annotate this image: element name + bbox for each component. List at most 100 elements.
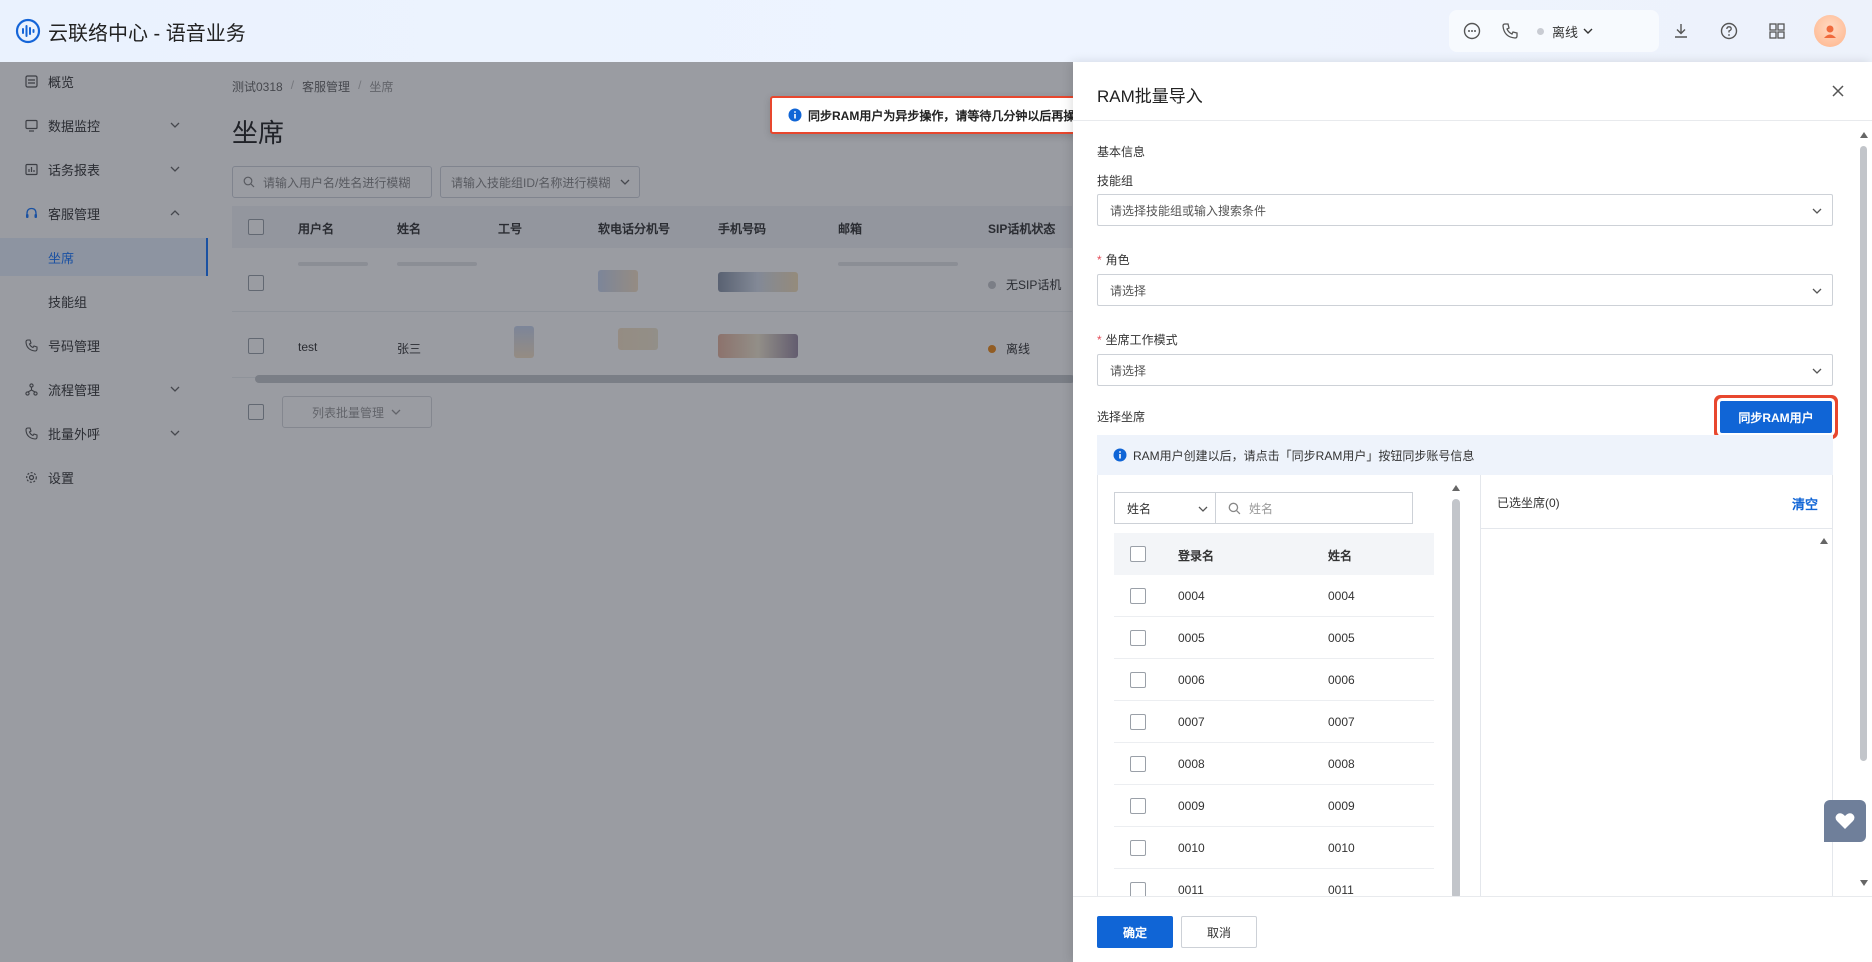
row-checkbox[interactable] <box>1130 756 1146 772</box>
role-select[interactable]: 请选择 <box>1097 274 1833 306</box>
confirm-button[interactable]: 确定 <box>1097 916 1173 948</box>
role-label-text: 角色 <box>1105 253 1130 267</box>
sync-info-alert: RAM用户创建以后，请点击「同步RAM用户」按钮同步账号信息 <box>1097 435 1833 475</box>
transfer-row[interactable]: 0009 0009 <box>1114 785 1434 827</box>
transfer-row[interactable]: 0008 0008 <box>1114 743 1434 785</box>
filter-field-value: 姓名 <box>1127 501 1152 516</box>
sync-info-text: RAM用户创建以后，请点击「同步RAM用户」按钮同步账号信息 <box>1133 448 1475 463</box>
app-logo: 云联络中心 - 语音业务 <box>14 17 246 46</box>
info-icon <box>1113 448 1127 462</box>
clear-selected-link[interactable]: 清空 <box>1792 494 1818 513</box>
agent-status-dropdown[interactable]: 离线 <box>1537 22 1594 41</box>
chevron-down-icon <box>1583 28 1593 34</box>
work-mode-select[interactable]: 请选择 <box>1097 354 1833 386</box>
transfer-search-input[interactable]: 姓名 <box>1215 492 1413 524</box>
scroll-down-arrow-icon[interactable] <box>1860 880 1868 886</box>
row-checkbox[interactable] <box>1130 672 1146 688</box>
column-header: 登录名 <box>1178 549 1215 563</box>
skill-group-label: 技能组 <box>1097 174 1134 188</box>
cell-login-name: 0007 <box>1178 715 1205 729</box>
scroll-up-arrow-icon[interactable] <box>1860 132 1868 138</box>
row-checkbox[interactable] <box>1130 630 1146 646</box>
select-agent-label: 选择坐席 <box>1097 410 1146 424</box>
scroll-up-arrow-icon[interactable] <box>1452 485 1460 491</box>
chat-icon[interactable] <box>1457 16 1487 46</box>
heart-icon <box>1835 813 1855 829</box>
drawer-title: RAM批量导入 <box>1097 87 1203 106</box>
scroll-up-arrow-icon[interactable] <box>1820 538 1828 544</box>
transfer-row[interactable]: 0004 0004 <box>1114 575 1434 617</box>
status-label: 离线 <box>1552 24 1579 40</box>
transfer-row[interactable]: 0005 0005 <box>1114 617 1434 659</box>
cell-login-name: 0011 <box>1178 883 1204 897</box>
help-icon[interactable] <box>1712 14 1746 48</box>
cell-login-name: 0010 <box>1178 841 1205 855</box>
info-toast: 同步RAM用户为异步操作，请等待几分钟以后再操作 <box>770 96 1102 134</box>
cell-name: 0011 <box>1328 883 1354 897</box>
cell-login-name: 0009 <box>1178 799 1205 813</box>
cell-login-name: 0006 <box>1178 673 1205 687</box>
selected-agents-title: 已选坐席(0) <box>1497 496 1560 510</box>
drawer-divider <box>1073 120 1872 121</box>
row-checkbox[interactable] <box>1130 588 1146 604</box>
transfer-vertical-scrollbar[interactable] <box>1452 499 1460 899</box>
transfer-row[interactable]: 0010 0010 <box>1114 827 1434 869</box>
search-icon <box>1228 502 1241 514</box>
cell-name: 0010 <box>1328 841 1355 855</box>
select-all-checkbox[interactable] <box>1130 546 1146 562</box>
skill-group-placeholder: 请选择技能组或输入搜索条件 <box>1110 203 1267 218</box>
work-mode-label: * 坐席工作模式 <box>1097 331 1178 348</box>
selected-panel-header: 已选坐席(0) 清空 <box>1481 475 1832 529</box>
feedback-button[interactable] <box>1824 800 1866 842</box>
cell-name: 0004 <box>1328 589 1355 603</box>
cell-name: 0006 <box>1328 673 1355 687</box>
app-title: 云联络中心 - 语音业务 <box>48 22 246 45</box>
cell-login-name: 0005 <box>1178 631 1205 645</box>
role-label: * 角色 <box>1097 251 1130 268</box>
close-icon[interactable] <box>1830 83 1846 99</box>
required-mark: * <box>1097 253 1102 267</box>
info-icon <box>788 108 802 122</box>
chevron-down-icon <box>1812 368 1822 374</box>
cell-name: 0005 <box>1328 631 1355 645</box>
work-mode-placeholder: 请选择 <box>1110 363 1147 378</box>
column-header: 姓名 <box>1328 549 1353 563</box>
row-checkbox[interactable] <box>1130 840 1146 856</box>
chevron-down-icon <box>1812 208 1822 214</box>
voice-logo-icon <box>15 18 41 44</box>
header-actions <box>1650 14 1846 48</box>
transfer-row[interactable]: 0006 0006 <box>1114 659 1434 701</box>
transfer-target-panel <box>1480 475 1833 900</box>
apps-grid-icon[interactable] <box>1760 14 1794 48</box>
required-mark: * <box>1097 333 1102 347</box>
row-checkbox[interactable] <box>1130 798 1146 814</box>
user-avatar[interactable] <box>1814 15 1846 47</box>
modal-mask[interactable] <box>0 62 1073 962</box>
skill-group-select[interactable]: 请选择技能组或输入搜索条件 <box>1097 194 1833 226</box>
top-header: 云联络中心 - 语音业务 离线 <box>0 0 1872 62</box>
work-mode-label-text: 坐席工作模式 <box>1105 333 1178 347</box>
cancel-button[interactable]: 取消 <box>1181 916 1257 948</box>
avatar-icon <box>1824 25 1836 38</box>
cell-name: 0008 <box>1328 757 1355 771</box>
sync-ram-users-button[interactable]: 同步RAM用户 <box>1720 401 1832 433</box>
cell-login-name: 0004 <box>1178 589 1205 603</box>
section-basic-info: 基本信息 <box>1097 145 1146 159</box>
cell-login-name: 0008 <box>1178 757 1205 771</box>
drawer-vertical-scrollbar[interactable] <box>1860 146 1867 761</box>
status-dot <box>1537 27 1544 35</box>
filter-field-select[interactable]: 姓名 <box>1114 492 1216 524</box>
transfer-search-placeholder: 姓名 <box>1249 501 1274 516</box>
cell-name: 0009 <box>1328 799 1355 813</box>
phone-call-icon[interactable] <box>1495 16 1525 46</box>
chevron-down-icon <box>1812 288 1822 294</box>
chevron-down-icon <box>1198 506 1208 512</box>
row-checkbox[interactable] <box>1130 714 1146 730</box>
transfer-table-header: 登录名 姓名 <box>1114 533 1434 575</box>
toast-message: 同步RAM用户为异步操作，请等待几分钟以后再操作 <box>808 108 1088 123</box>
agent-toolbar: 离线 <box>1449 10 1659 52</box>
download-icon[interactable] <box>1664 14 1698 48</box>
role-placeholder: 请选择 <box>1110 283 1147 298</box>
cell-name: 0007 <box>1328 715 1355 729</box>
transfer-row[interactable]: 0007 0007 <box>1114 701 1434 743</box>
